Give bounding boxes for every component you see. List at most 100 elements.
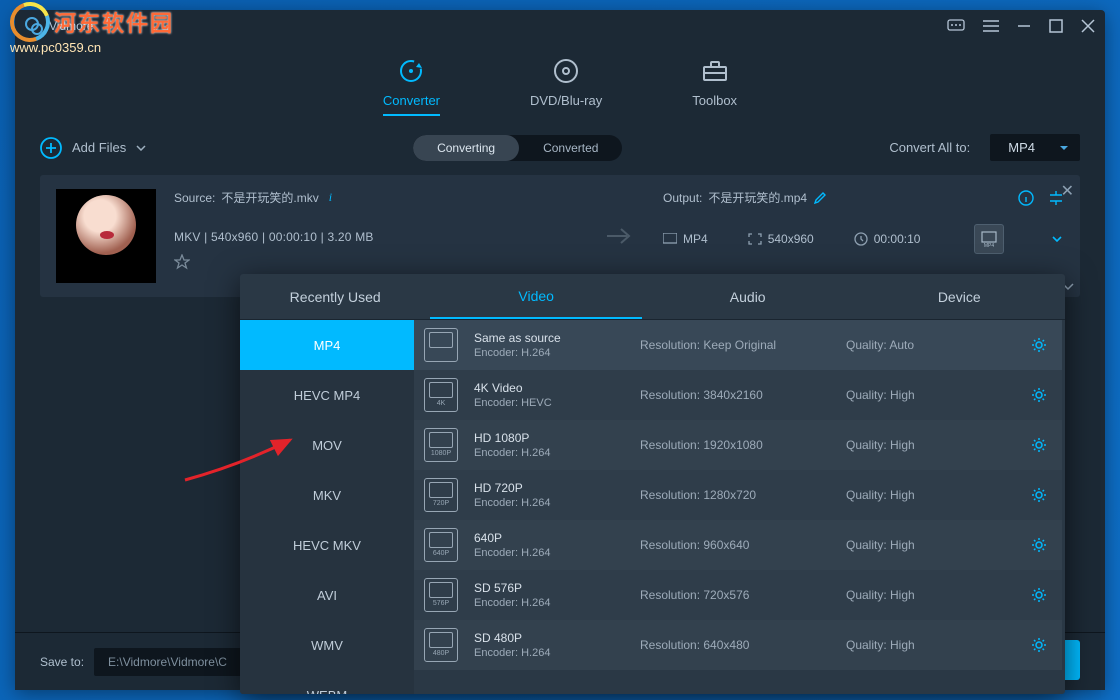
- preset-resolution: Resolution: 1920x1080: [640, 438, 830, 452]
- format-wmv[interactable]: WMV: [240, 620, 414, 670]
- tab-dvd[interactable]: DVD/Blu-ray: [530, 57, 602, 116]
- info-circle-icon[interactable]: [1018, 190, 1034, 206]
- feedback-icon[interactable]: [947, 19, 965, 33]
- preset-item[interactable]: 1080P HD 1080P Encoder: H.264 Resolution: 1…: [414, 420, 1062, 470]
- gear-icon[interactable]: [1030, 586, 1048, 604]
- preset-badge-icon: 480P: [424, 628, 458, 662]
- preset-title: HD 720P: [474, 481, 624, 495]
- format-mp4[interactable]: MP4: [240, 320, 414, 370]
- preset-item[interactable]: 576PSD 576PEncoder: H.264Resolution: 720…: [414, 570, 1062, 620]
- add-files-button[interactable]: Add Files: [40, 137, 146, 159]
- preset-badge-icon: 4K: [424, 378, 458, 412]
- format-avi[interactable]: AVI: [240, 570, 414, 620]
- app-name: Vidmore: [49, 19, 93, 33]
- convert-all-label: Convert All to:: [889, 140, 970, 155]
- gear-icon[interactable]: [1030, 336, 1048, 354]
- preset-encoder: Encoder: H.264: [474, 547, 624, 559]
- preset-encoder: Encoder: H.264: [474, 347, 624, 359]
- status-segment: Converting Converted: [413, 135, 622, 161]
- save-path-input[interactable]: E:\Vidmore\Vidmore\C: [94, 648, 244, 676]
- close-icon[interactable]: [1081, 19, 1095, 33]
- format-mkv[interactable]: MKV: [240, 470, 414, 520]
- preset-title: SD 576P: [474, 581, 624, 595]
- pop-tab-recent[interactable]: Recently Used: [240, 274, 430, 319]
- pop-tab-audio[interactable]: Audio: [642, 274, 854, 319]
- gear-icon[interactable]: [1030, 386, 1048, 404]
- chevron-down-icon: [136, 145, 146, 151]
- gear-icon[interactable]: [1030, 436, 1048, 454]
- preset-title: SD 480P: [474, 631, 624, 645]
- pop-tab-video[interactable]: Video: [430, 274, 642, 319]
- gear-icon[interactable]: [1030, 486, 1048, 504]
- toolbox-icon: [701, 57, 729, 85]
- info-icon[interactable]: i: [329, 190, 332, 205]
- edit-icon[interactable]: [813, 191, 827, 205]
- toolbar: Add Files Converting Converted Convert A…: [15, 126, 1105, 169]
- disc-icon: [552, 57, 580, 85]
- preset-item[interactable]: 480P SD 480P Encoder: H.264 Resolution: 640…: [414, 620, 1062, 670]
- spec-format: MP4: [663, 232, 708, 246]
- preset-item[interactable]: Same as sourceEncoder: H.264Resolution: …: [414, 320, 1062, 370]
- main-tabs: Converter DVD/Blu-ray Toolbox: [15, 42, 1105, 126]
- video-thumbnail[interactable]: [56, 189, 156, 283]
- source-label: Source:: [174, 191, 215, 205]
- preset-quality: Quality: High: [846, 538, 1014, 552]
- preset-resolution: Resolution: 640x480: [640, 638, 830, 652]
- tab-toolbox[interactable]: Toolbox: [692, 57, 737, 116]
- preset-badge-icon: 1080P: [424, 428, 458, 462]
- source-meta: MKV | 540x960 | 00:00:10 | 3.20 MB: [174, 230, 575, 244]
- preset-quality: Quality: High: [846, 588, 1014, 602]
- format-hevc-mkv[interactable]: HEVC MKV: [240, 520, 414, 570]
- format-webm[interactable]: WEBM: [240, 670, 414, 694]
- convert-all-format-dropdown[interactable]: MP4: [990, 134, 1080, 161]
- format-hevc-mp4[interactable]: HEVC MP4: [240, 370, 414, 420]
- gear-icon[interactable]: [1030, 636, 1048, 654]
- preset-badge-icon: [424, 328, 458, 362]
- preset-quality: Quality: High: [846, 438, 1014, 452]
- target-format-badge[interactable]: MP4: [974, 224, 1004, 254]
- preset-title: 640P: [474, 531, 624, 545]
- star-icon[interactable]: [174, 254, 575, 270]
- remove-item-icon[interactable]: ✕: [1061, 181, 1074, 201]
- format-dropdown-caret[interactable]: [1052, 236, 1062, 242]
- format-mov[interactable]: MOV: [240, 420, 414, 470]
- minimize-icon[interactable]: [1017, 19, 1031, 33]
- preset-quality: Quality: Auto: [846, 338, 1014, 352]
- preset-quality: Quality: High: [846, 488, 1014, 502]
- seg-converting[interactable]: Converting: [413, 135, 519, 161]
- preset-badge-icon: 576P: [424, 578, 458, 612]
- output-label: Output:: [663, 191, 702, 205]
- app-brand: Vidmore: [25, 17, 93, 35]
- tab-converter[interactable]: Converter: [383, 57, 440, 116]
- plus-circle-icon: [40, 137, 62, 159]
- preset-encoder: Encoder: H.264: [474, 447, 624, 459]
- source-filename: 不是开玩笑的.mkv: [221, 189, 318, 206]
- save-to-label: Save to:: [40, 655, 84, 669]
- preset-title: 4K Video: [474, 381, 624, 395]
- seg-converted[interactable]: Converted: [519, 135, 622, 161]
- format-sidebar: MP4HEVC MP4MOVMKVHEVC MKVAVIWMVWEBM: [240, 320, 414, 694]
- preset-encoder: Encoder: HEVC: [474, 397, 624, 409]
- gear-icon[interactable]: [1030, 536, 1048, 554]
- refresh-icon: [397, 57, 425, 85]
- preset-badge-icon: 720P: [424, 478, 458, 512]
- output-filename: 不是开玩笑的.mp4: [708, 189, 807, 206]
- preset-quality: Quality: High: [846, 638, 1014, 652]
- preset-item[interactable]: 640P 640P Encoder: H.264 Resolution: 960x64…: [414, 520, 1062, 570]
- preset-encoder: Encoder: H.264: [474, 497, 624, 509]
- spec-duration: 00:00:10: [854, 232, 921, 246]
- preset-title: HD 1080P: [474, 431, 624, 445]
- preset-quality: Quality: High: [846, 388, 1014, 402]
- preset-badge-icon: 640P: [424, 528, 458, 562]
- preset-item[interactable]: 4K4K VideoEncoder: HEVCResolution: 3840x…: [414, 370, 1062, 420]
- maximize-icon[interactable]: [1049, 19, 1063, 33]
- preset-encoder: Encoder: H.264: [474, 647, 624, 659]
- titlebar: Vidmore: [15, 10, 1105, 42]
- menu-icon[interactable]: [983, 20, 999, 32]
- preset-item[interactable]: 720PHD 720PEncoder: H.264Resolution: 128…: [414, 470, 1062, 520]
- preset-resolution: Resolution: 960x640: [640, 538, 830, 552]
- svg-text:MP4: MP4: [984, 243, 995, 248]
- preset-title: Same as source: [474, 331, 624, 345]
- pop-tab-device[interactable]: Device: [853, 274, 1065, 319]
- format-popover: Recently Used Video Audio Device MP4HEVC…: [240, 274, 1065, 694]
